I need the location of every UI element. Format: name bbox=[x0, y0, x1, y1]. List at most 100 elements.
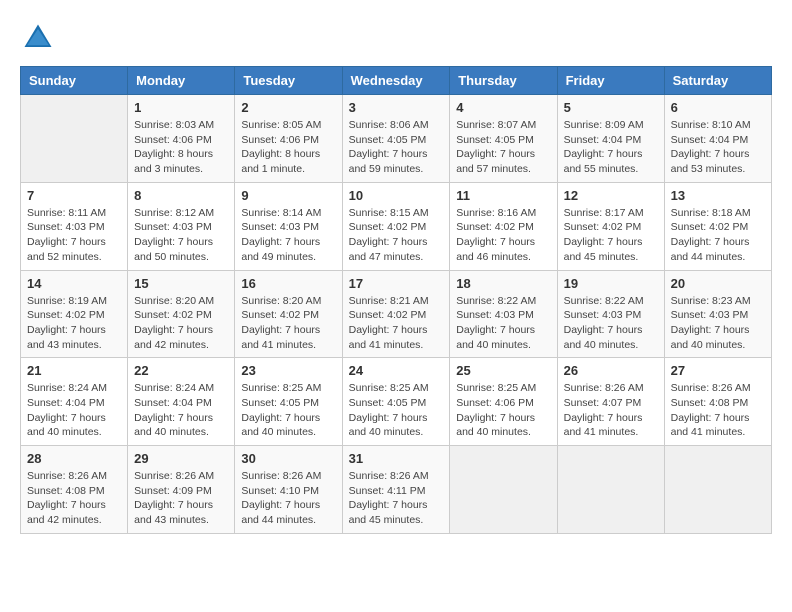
day-info: Sunrise: 8:05 AMSunset: 4:06 PMDaylight:… bbox=[241, 118, 335, 177]
calendar-week-row: 1 Sunrise: 8:03 AMSunset: 4:06 PMDaylight… bbox=[21, 95, 772, 183]
day-number: 17 bbox=[349, 276, 444, 291]
day-number: 23 bbox=[241, 363, 335, 378]
day-number: 10 bbox=[349, 188, 444, 203]
calendar-cell: 2 Sunrise: 8:05 AMSunset: 4:06 PMDaylight… bbox=[235, 95, 342, 183]
calendar-cell: 11Sunrise: 8:16 AMSunset: 4:02 PMDayligh… bbox=[450, 182, 557, 270]
day-number: 14 bbox=[27, 276, 121, 291]
day-info: Sunrise: 8:09 AMSunset: 4:04 PMDaylight:… bbox=[564, 118, 658, 177]
calendar-week-row: 21 Sunrise: 8:24 AMSunset: 4:04 PMDayligh… bbox=[21, 358, 772, 446]
calendar-cell: 26 Sunrise: 8:26 AMSunset: 4:07 PMDayligh… bbox=[557, 358, 664, 446]
day-info: Sunrise: 8:24 AMSunset: 4:04 PMDaylight:… bbox=[27, 381, 121, 440]
day-number: 13 bbox=[671, 188, 765, 203]
day-info: Sunrise: 8:26 AMSunset: 4:07 PMDaylight:… bbox=[564, 381, 658, 440]
day-number: 26 bbox=[564, 363, 658, 378]
calendar-cell: 1 Sunrise: 8:03 AMSunset: 4:06 PMDaylight… bbox=[128, 95, 235, 183]
day-number: 31 bbox=[349, 451, 444, 466]
calendar-cell: 30 Sunrise: 8:26 AMSunset: 4:10 PMDayligh… bbox=[235, 446, 342, 534]
day-info: Sunrise: 8:20 AMSunset: 4:02 PMDaylight:… bbox=[134, 294, 228, 353]
page-header bbox=[20, 20, 772, 56]
day-info: Sunrise: 8:21 AMSunset: 4:02 PMDaylight:… bbox=[349, 294, 444, 353]
day-number: 4 bbox=[456, 100, 550, 115]
day-number: 29 bbox=[134, 451, 228, 466]
day-info: Sunrise: 8:10 AMSunset: 4:04 PMDaylight:… bbox=[671, 118, 765, 177]
calendar-cell: 17 Sunrise: 8:21 AMSunset: 4:02 PMDayligh… bbox=[342, 270, 450, 358]
day-number: 18 bbox=[456, 276, 550, 291]
calendar-cell: 23 Sunrise: 8:25 AMSunset: 4:05 PMDayligh… bbox=[235, 358, 342, 446]
logo-icon bbox=[20, 20, 56, 56]
calendar-cell: 14 Sunrise: 8:19 AMSunset: 4:02 PMDayligh… bbox=[21, 270, 128, 358]
day-number: 3 bbox=[349, 100, 444, 115]
calendar-cell: 5Sunrise: 8:09 AMSunset: 4:04 PMDaylight… bbox=[557, 95, 664, 183]
day-number: 6 bbox=[671, 100, 765, 115]
calendar-cell bbox=[21, 95, 128, 183]
day-number: 19 bbox=[564, 276, 658, 291]
calendar-cell: 16 Sunrise: 8:20 AMSunset: 4:02 PMDayligh… bbox=[235, 270, 342, 358]
day-number: 30 bbox=[241, 451, 335, 466]
calendar-week-row: 7 Sunrise: 8:11 AMSunset: 4:03 PMDaylight… bbox=[21, 182, 772, 270]
calendar-cell: 19 Sunrise: 8:22 AMSunset: 4:03 PMDayligh… bbox=[557, 270, 664, 358]
calendar-cell: 28 Sunrise: 8:26 AMSunset: 4:08 PMDayligh… bbox=[21, 446, 128, 534]
day-number: 21 bbox=[27, 363, 121, 378]
day-of-week-header: Friday bbox=[557, 67, 664, 95]
day-info: Sunrise: 8:03 AMSunset: 4:06 PMDaylight:… bbox=[134, 118, 228, 177]
day-number: 28 bbox=[27, 451, 121, 466]
calendar-week-row: 28 Sunrise: 8:26 AMSunset: 4:08 PMDayligh… bbox=[21, 446, 772, 534]
calendar-cell: 12Sunrise: 8:17 AMSunset: 4:02 PMDayligh… bbox=[557, 182, 664, 270]
day-info: Sunrise: 8:22 AMSunset: 4:03 PMDaylight:… bbox=[456, 294, 550, 353]
day-info: Sunrise: 8:26 AMSunset: 4:11 PMDaylight:… bbox=[349, 469, 444, 528]
calendar-cell: 18 Sunrise: 8:22 AMSunset: 4:03 PMDayligh… bbox=[450, 270, 557, 358]
calendar-week-row: 14 Sunrise: 8:19 AMSunset: 4:02 PMDayligh… bbox=[21, 270, 772, 358]
day-info: Sunrise: 8:15 AMSunset: 4:02 PMDaylight:… bbox=[349, 206, 444, 265]
day-of-week-header: Monday bbox=[128, 67, 235, 95]
calendar-cell: 31 Sunrise: 8:26 AMSunset: 4:11 PMDayligh… bbox=[342, 446, 450, 534]
day-info: Sunrise: 8:26 AMSunset: 4:08 PMDaylight:… bbox=[27, 469, 121, 528]
logo bbox=[20, 20, 60, 56]
calendar-cell bbox=[557, 446, 664, 534]
day-number: 25 bbox=[456, 363, 550, 378]
day-info: Sunrise: 8:06 AMSunset: 4:05 PMDaylight:… bbox=[349, 118, 444, 177]
calendar-cell: 25 Sunrise: 8:25 AMSunset: 4:06 PMDayligh… bbox=[450, 358, 557, 446]
calendar-cell: 24 Sunrise: 8:25 AMSunset: 4:05 PMDayligh… bbox=[342, 358, 450, 446]
day-info: Sunrise: 8:16 AMSunset: 4:02 PMDaylight:… bbox=[456, 206, 550, 265]
day-number: 9 bbox=[241, 188, 335, 203]
day-info: Sunrise: 8:25 AMSunset: 4:05 PMDaylight:… bbox=[241, 381, 335, 440]
calendar-cell: 29 Sunrise: 8:26 AMSunset: 4:09 PMDayligh… bbox=[128, 446, 235, 534]
day-info: Sunrise: 8:25 AMSunset: 4:06 PMDaylight:… bbox=[456, 381, 550, 440]
day-info: Sunrise: 8:23 AMSunset: 4:03 PMDaylight:… bbox=[671, 294, 765, 353]
day-info: Sunrise: 8:19 AMSunset: 4:02 PMDaylight:… bbox=[27, 294, 121, 353]
calendar-cell: 21 Sunrise: 8:24 AMSunset: 4:04 PMDayligh… bbox=[21, 358, 128, 446]
day-of-week-header: Tuesday bbox=[235, 67, 342, 95]
day-info: Sunrise: 8:20 AMSunset: 4:02 PMDaylight:… bbox=[241, 294, 335, 353]
day-info: Sunrise: 8:14 AMSunset: 4:03 PMDaylight:… bbox=[241, 206, 335, 265]
day-info: Sunrise: 8:25 AMSunset: 4:05 PMDaylight:… bbox=[349, 381, 444, 440]
day-of-week-header: Sunday bbox=[21, 67, 128, 95]
day-info: Sunrise: 8:18 AMSunset: 4:02 PMDaylight:… bbox=[671, 206, 765, 265]
calendar-table: SundayMondayTuesdayWednesdayThursdayFrid… bbox=[20, 66, 772, 534]
calendar-cell bbox=[664, 446, 771, 534]
day-number: 15 bbox=[134, 276, 228, 291]
day-number: 24 bbox=[349, 363, 444, 378]
day-number: 12 bbox=[564, 188, 658, 203]
calendar-cell: 6 Sunrise: 8:10 AMSunset: 4:04 PMDaylight… bbox=[664, 95, 771, 183]
day-info: Sunrise: 8:24 AMSunset: 4:04 PMDaylight:… bbox=[134, 381, 228, 440]
day-info: Sunrise: 8:12 AMSunset: 4:03 PMDaylight:… bbox=[134, 206, 228, 265]
calendar-cell bbox=[450, 446, 557, 534]
day-info: Sunrise: 8:11 AMSunset: 4:03 PMDaylight:… bbox=[27, 206, 121, 265]
day-info: Sunrise: 8:22 AMSunset: 4:03 PMDaylight:… bbox=[564, 294, 658, 353]
day-number: 22 bbox=[134, 363, 228, 378]
day-number: 1 bbox=[134, 100, 228, 115]
day-number: 27 bbox=[671, 363, 765, 378]
calendar-cell: 13 Sunrise: 8:18 AMSunset: 4:02 PMDayligh… bbox=[664, 182, 771, 270]
day-number: 2 bbox=[241, 100, 335, 115]
day-of-week-header: Thursday bbox=[450, 67, 557, 95]
calendar-cell: 8 Sunrise: 8:12 AMSunset: 4:03 PMDaylight… bbox=[128, 182, 235, 270]
calendar-cell: 20Sunrise: 8:23 AMSunset: 4:03 PMDayligh… bbox=[664, 270, 771, 358]
day-info: Sunrise: 8:26 AMSunset: 4:08 PMDaylight:… bbox=[671, 381, 765, 440]
day-info: Sunrise: 8:26 AMSunset: 4:09 PMDaylight:… bbox=[134, 469, 228, 528]
day-number: 8 bbox=[134, 188, 228, 203]
day-info: Sunrise: 8:07 AMSunset: 4:05 PMDaylight:… bbox=[456, 118, 550, 177]
day-number: 16 bbox=[241, 276, 335, 291]
calendar-cell: 27 Sunrise: 8:26 AMSunset: 4:08 PMDayligh… bbox=[664, 358, 771, 446]
day-number: 7 bbox=[27, 188, 121, 203]
day-info: Sunrise: 8:26 AMSunset: 4:10 PMDaylight:… bbox=[241, 469, 335, 528]
